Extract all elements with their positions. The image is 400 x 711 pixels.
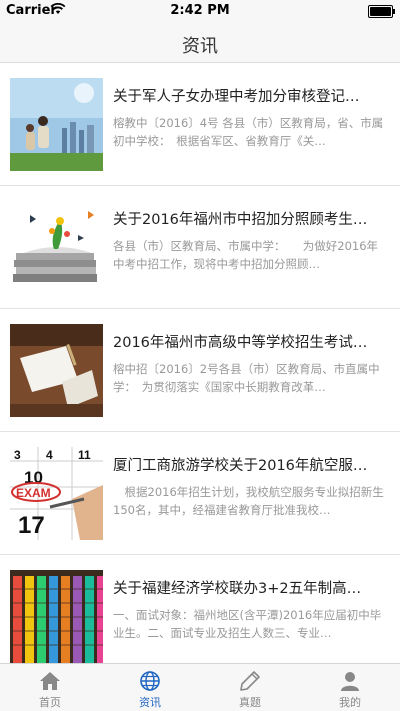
- status-bar: Carrier 2:42 PM: [0, 0, 400, 22]
- svg-text:17: 17: [18, 512, 45, 539]
- list-item[interactable]: 关于2016年福州市中招加分照顾考生… 各县（市）区教育局、市属中学： 为做好2…: [0, 186, 400, 309]
- article-thumbnail-exam-desk: [10, 324, 103, 417]
- list-item[interactable]: 关于军人子女办理中考加分审核登记… 榕教中〔2016〕4号 各县（市）区教育局，…: [0, 63, 400, 186]
- person-icon: [341, 672, 359, 691]
- tab-label: 首页: [39, 696, 61, 709]
- article-summary: 榕教中〔2016〕4号 各县（市）区教育局，省、市属初中学校： 根据省军区、省教…: [113, 116, 384, 148]
- svg-text:11: 11: [78, 448, 91, 462]
- navigation-bar: 资讯: [0, 22, 400, 63]
- tab-bar: 首页 资讯 真题 我的: [0, 663, 400, 711]
- article-title: 厦门工商旅游学校关于2016年航空服…: [113, 458, 368, 474]
- article-list[interactable]: 关于军人子女办理中考加分审核登记… 榕教中〔2016〕4号 各县（市）区教育局，…: [0, 63, 400, 663]
- article-summary: 榕中招〔2016〕2号各县（市）区教育局、市直属中学： 为贯彻落实《国家中长期教…: [113, 362, 380, 394]
- tab-news[interactable]: 资讯: [100, 664, 200, 711]
- tab-label: 我的: [339, 696, 361, 709]
- article-title: 2016年福州市高级中等学校招生考试…: [113, 335, 368, 351]
- article-title: 关于军人子女办理中考加分审核登记…: [113, 89, 360, 105]
- svg-text:4: 4: [46, 448, 53, 462]
- tab-home[interactable]: 首页: [0, 664, 100, 711]
- article-thumbnail-abacus: [10, 570, 103, 663]
- tab-label: 资讯: [139, 696, 161, 709]
- tab-label: 真题: [239, 696, 261, 709]
- article-title: 关于福建经济学校联办3+2五年制高…: [113, 581, 362, 597]
- svg-text:EXAM: EXAM: [16, 486, 51, 500]
- svg-text:3: 3: [14, 448, 21, 462]
- clock: 2:42 PM: [170, 3, 230, 18]
- list-item[interactable]: 3 4 11 10 EXAM 17 厦门工商旅游学校关于2016年航空服… 根据…: [0, 432, 400, 555]
- article-thumbnail-exam-calendar: 3 4 11 10 EXAM 17: [10, 447, 103, 540]
- list-item[interactable]: 关于福建经济学校联办3+2五年制高… 一、面试对象：福州地区(含平潭)2016年…: [0, 555, 400, 663]
- article-summary: 一、面试对象：福州地区(含平潭)2016年应届初中毕业生。二、面试专业及招生人数…: [113, 608, 382, 640]
- article-summary: 各县（市）区教育局、市属中学： 为做好2016年中考中招工作，现将中考中招加分照…: [113, 239, 379, 271]
- list-item[interactable]: 2016年福州市高级中等学校招生考试… 榕中招〔2016〕2号各县（市）区教育局…: [0, 309, 400, 432]
- article-thumbnail-couple-city: [10, 78, 103, 171]
- article-summary: 根据2016年招生计划，我校航空服务专业拟招新生150名，其中，经福建省教育厅批…: [113, 485, 384, 517]
- tab-profile[interactable]: 我的: [300, 664, 400, 711]
- battery-icon: [368, 5, 395, 18]
- article-thumbnail-books-butterflies: [10, 201, 103, 294]
- globe-icon: [140, 671, 160, 691]
- page-title: 资讯: [182, 36, 218, 57]
- tab-questions[interactable]: 真题: [200, 664, 300, 711]
- pencil-icon: [240, 671, 260, 691]
- article-title: 关于2016年福州市中招加分照顾考生…: [113, 212, 368, 228]
- home-icon: [40, 672, 60, 690]
